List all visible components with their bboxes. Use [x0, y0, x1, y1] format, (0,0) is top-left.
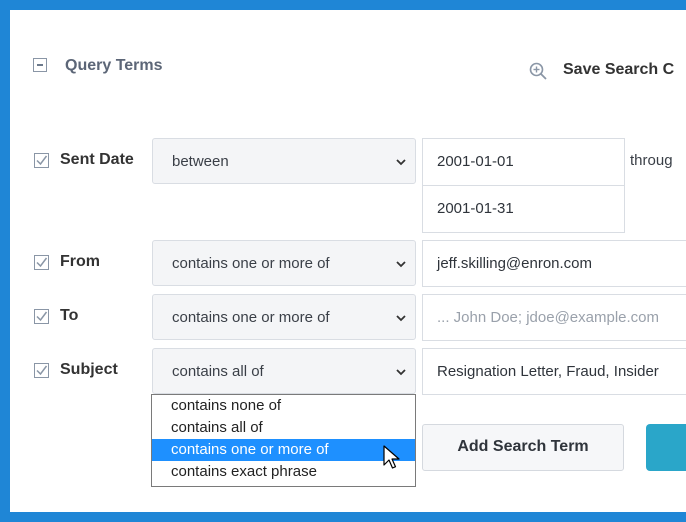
from-value: jeff.skilling@enron.com	[437, 255, 593, 272]
sent-date-checkbox[interactable]	[34, 153, 49, 168]
chevron-down-icon	[396, 369, 406, 376]
sent-date-end-input[interactable]: 2001-01-31	[422, 185, 625, 233]
from-operator-value: contains one or more of	[172, 255, 330, 272]
chevron-down-icon	[396, 315, 406, 322]
dropdown-option[interactable]: contains exact phrase	[152, 461, 415, 483]
dropdown-option[interactable]: contains none of	[152, 395, 415, 417]
from-label: From	[60, 253, 100, 270]
dropdown-option-highlighted[interactable]: contains one or more of	[152, 439, 415, 461]
dropdown-option[interactable]: contains all of	[152, 417, 415, 439]
subject-operator-value: contains all of	[172, 363, 264, 380]
from-operator-select[interactable]: contains one or more of	[152, 240, 416, 286]
checkbox-checked-icon	[36, 365, 48, 376]
query-panel: Query Terms Save Search C Sent Date betw…	[10, 10, 686, 512]
chevron-down-icon	[396, 261, 406, 268]
mouse-pointer-icon	[383, 445, 400, 469]
operator-dropdown-list: contains none of contains all of contain…	[151, 394, 416, 487]
to-operator-select[interactable]: contains one or more of	[152, 294, 416, 340]
from-checkbox[interactable]	[34, 255, 49, 270]
from-input[interactable]: jeff.skilling@enron.com	[422, 240, 686, 287]
subject-label: Subject	[60, 361, 118, 378]
query-terms-title: Query Terms	[65, 57, 163, 74]
to-input[interactable]: ... John Doe; jdoe@example.com	[422, 294, 686, 341]
search-button[interactable]	[646, 424, 686, 471]
to-placeholder: ... John Doe; jdoe@example.com	[437, 309, 660, 326]
sent-date-operator-select[interactable]: between	[152, 138, 416, 184]
chevron-down-icon	[396, 159, 406, 166]
save-search-button[interactable]: Save Search C	[563, 61, 674, 79]
subject-checkbox[interactable]	[34, 363, 49, 378]
sent-date-operator-value: between	[172, 153, 229, 170]
through-label: throug	[630, 152, 673, 169]
to-checkbox[interactable]	[34, 309, 49, 324]
to-operator-value: contains one or more of	[172, 309, 330, 326]
add-search-term-label: Add Search Term	[457, 438, 589, 455]
zoom-in-icon[interactable]	[529, 62, 547, 80]
collapse-icon[interactable]	[33, 58, 47, 72]
sent-date-start-value: 2001-01-01	[437, 153, 514, 170]
checkbox-checked-icon	[36, 155, 48, 166]
to-label: To	[60, 307, 79, 324]
subject-value: Resignation Letter, Fraud, Insider	[437, 363, 659, 380]
sent-date-start-input[interactable]: 2001-01-01	[422, 138, 625, 186]
sent-date-label: Sent Date	[60, 151, 134, 168]
checkbox-checked-icon	[36, 311, 48, 322]
sent-date-end-value: 2001-01-31	[437, 200, 514, 217]
checkbox-checked-icon	[36, 257, 48, 268]
subject-input[interactable]: Resignation Letter, Fraud, Insider	[422, 348, 686, 395]
add-search-term-button[interactable]: Add Search Term	[422, 424, 624, 471]
subject-operator-select[interactable]: contains all of	[152, 348, 416, 394]
